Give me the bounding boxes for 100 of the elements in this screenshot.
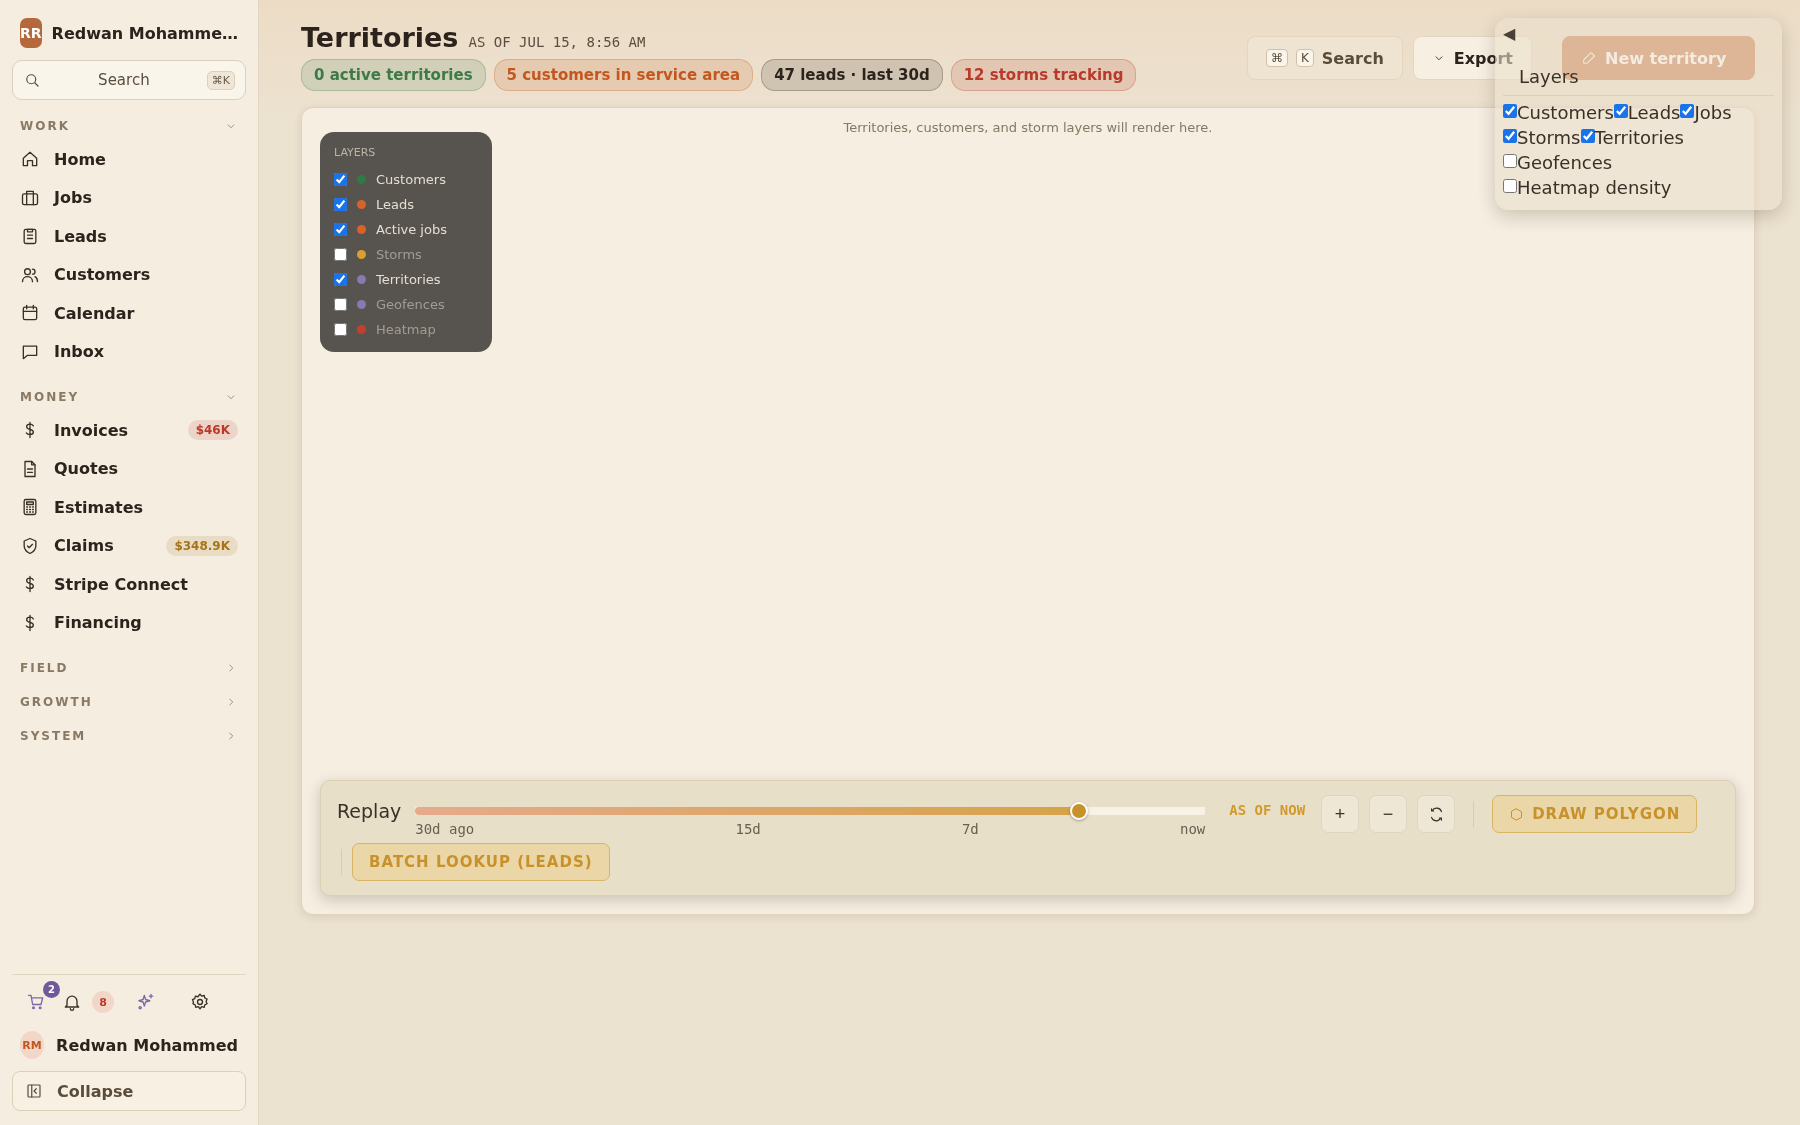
- layer-label: Territories: [376, 272, 441, 287]
- tick-label: 15d: [735, 821, 761, 837]
- layer-checkbox[interactable]: [334, 273, 347, 286]
- refresh-button[interactable]: [1417, 795, 1456, 833]
- nav-item[interactable]: Stripe Connect: [12, 565, 246, 604]
- settings-icon: [190, 992, 210, 1012]
- nav-label: Invoices: [54, 420, 130, 440]
- amount-badge: $46K: [187, 420, 238, 441]
- section-label: WORK: [20, 119, 70, 133]
- zoom-out-button[interactable]: −: [1369, 795, 1408, 833]
- nav-item[interactable]: Inbox: [12, 332, 246, 371]
- layer-checkbox[interactable]: [1503, 179, 1517, 193]
- shortcut-key: ⌘K: [206, 70, 235, 90]
- nav-item[interactable]: Financing: [12, 603, 246, 642]
- nav-item[interactable]: Customers: [12, 255, 246, 294]
- layer-checkbox[interactable]: [334, 173, 347, 186]
- layer-checkbox[interactable]: [1503, 104, 1517, 118]
- map-canvas[interactable]: [301, 107, 1755, 915]
- layer-checkbox[interactable]: [334, 298, 347, 311]
- panel-title: LAYERS: [334, 146, 377, 159]
- timestamp: AS OF JUL 15, 8:56 AM: [468, 34, 646, 50]
- section-label: GROWTH: [20, 695, 93, 709]
- stat-chip: 0 active territories: [301, 59, 486, 91]
- nav-item[interactable]: Claims $348.9K: [12, 526, 246, 565]
- sparkle-icon: [136, 992, 156, 1012]
- layer-checkbox[interactable]: [1580, 129, 1595, 143]
- layer-label: Customers: [376, 172, 446, 187]
- nav-label: Claims: [54, 536, 115, 556]
- count-badge: 2: [43, 981, 60, 998]
- layer-label: Heatmap: [376, 322, 436, 337]
- nav-label: Inbox: [54, 342, 106, 362]
- layer-label: Heatmap density: [1517, 177, 1672, 198]
- collapse-button[interactable]: Collapse: [12, 1071, 246, 1111]
- section-label: FIELD: [20, 661, 69, 675]
- nav-item[interactable]: Quotes: [12, 449, 246, 488]
- layer-checkbox[interactable]: [1613, 104, 1628, 118]
- user-name: Redwan Mohammed: [56, 1035, 238, 1055]
- layer-label: Jobs: [1694, 102, 1732, 123]
- nav-label: Leads: [54, 226, 108, 246]
- search-placeholder: Search: [97, 71, 151, 89]
- layer-label: Geofences: [376, 297, 445, 312]
- stat-chip: 12 storms tracking: [950, 59, 1137, 91]
- nav-label: Home: [54, 149, 107, 169]
- nav-item[interactable]: Invoices $46K: [12, 411, 246, 450]
- workspace-name[interactable]: Redwan Mohamme…: [51, 23, 239, 43]
- cart-icon: [26, 992, 46, 1012]
- key-cap: K: [1295, 49, 1314, 67]
- layer-checkbox[interactable]: [334, 223, 347, 236]
- layer-checkbox[interactable]: [1503, 154, 1517, 168]
- map-placeholder: Territories, customers, and storm layers will render here.: [843, 120, 1213, 136]
- zoom-in-button[interactable]: +: [1321, 795, 1360, 833]
- layer-label: Storms: [376, 247, 422, 262]
- nav-label: Estimates: [54, 497, 145, 517]
- user-avatar: RM: [20, 1031, 45, 1059]
- section-header[interactable]: FIELD: [12, 660, 246, 676]
- layer-checkbox[interactable]: [334, 198, 347, 211]
- layer-label: Leads: [376, 197, 414, 212]
- slider-thumb[interactable]: [1069, 802, 1088, 820]
- stat-chip: 47 leads · last 30d: [761, 59, 943, 91]
- nav-item[interactable]: Leads: [12, 217, 246, 256]
- layer-checkbox[interactable]: [334, 323, 347, 336]
- layer-label: Active jobs: [376, 222, 447, 237]
- nav-item[interactable]: Jobs: [12, 178, 246, 217]
- nav-item[interactable]: Estimates: [12, 488, 246, 527]
- search-icon: [23, 71, 41, 89]
- page-title: Territories: [301, 22, 459, 53]
- search-button[interactable]: ⌘ K Search: [1246, 36, 1403, 80]
- nav-label: Customers: [54, 265, 152, 285]
- nav-item[interactable]: Calendar: [12, 294, 246, 333]
- layer-label: Customers: [1517, 102, 1614, 123]
- layer-checkbox[interactable]: [1680, 104, 1695, 118]
- nav-label: Financing: [54, 613, 143, 633]
- layer-label: Geofences: [1517, 152, 1613, 173]
- layer-checkbox[interactable]: [334, 248, 347, 261]
- layer-label: Leads: [1627, 102, 1681, 123]
- nav-label: Quotes: [54, 459, 119, 479]
- section-header[interactable]: MONEY: [12, 389, 246, 405]
- tick-label: now: [1179, 821, 1206, 837]
- nav-label: Jobs: [54, 188, 93, 208]
- workspace-avatar: RR: [20, 18, 42, 48]
- layer-checkbox[interactable]: [1503, 129, 1517, 143]
- replay-status: AS OF NOW: [1229, 802, 1306, 818]
- section-label: SYSTEM: [20, 729, 87, 743]
- section-header[interactable]: WORK: [12, 118, 246, 134]
- search-field[interactable]: Search ⌘K: [12, 60, 246, 100]
- hexagon-icon: [1509, 806, 1525, 822]
- replay-label: Replay: [337, 800, 402, 822]
- stat-chip: 5 customers in service area: [493, 59, 754, 91]
- nav-label: Calendar: [54, 303, 136, 323]
- nav-item[interactable]: Home: [12, 140, 246, 179]
- key-cap: ⌘: [1265, 49, 1288, 67]
- count-badge: 8: [92, 991, 114, 1013]
- search-label: Search: [1321, 48, 1384, 68]
- sidebar-icon: [25, 1082, 43, 1100]
- tick-label: 30d ago: [415, 821, 475, 837]
- section-header[interactable]: GROWTH: [12, 694, 246, 710]
- section-header[interactable]: SYSTEM: [12, 728, 246, 744]
- layer-label: Storms: [1517, 127, 1581, 148]
- nav-label: Stripe Connect: [54, 574, 189, 594]
- tick-label: 7d: [961, 821, 979, 837]
